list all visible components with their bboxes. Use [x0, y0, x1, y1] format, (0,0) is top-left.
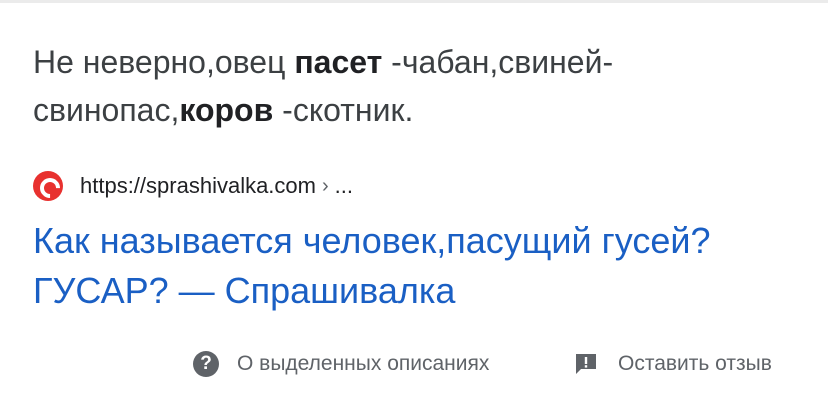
snippet-text-part: -скотник.	[273, 92, 414, 128]
result-url[interactable]: https://sprashivalka.com	[80, 173, 316, 199]
top-divider	[0, 0, 828, 3]
result-source[interactable]: https://sprashivalka.com › ...	[33, 168, 353, 204]
snippet-footer: ? О выделенных описаниях Оставить отзыв	[0, 348, 828, 380]
url-more-options[interactable]: ...	[335, 173, 353, 199]
feedback-icon	[574, 352, 598, 376]
breadcrumb-separator: ›	[321, 174, 329, 197]
help-icon: ?	[193, 351, 219, 377]
site-favicon-icon	[33, 171, 63, 201]
snippet-highlight: пасет	[294, 44, 383, 80]
feedback-link[interactable]: Оставить отзыв	[574, 348, 772, 380]
about-featured-snippets-label: О выделенных описаниях	[237, 352, 490, 375]
snippet-text-part: Не неверно,овец	[33, 44, 295, 80]
feedback-label: Оставить отзыв	[618, 352, 772, 375]
featured-snippet-text: Не неверно,овец пасет -чабан,свиней-свин…	[33, 38, 803, 134]
about-featured-snippets-link[interactable]: ? О выделенных описаниях	[193, 348, 489, 380]
snippet-highlight: коров	[179, 92, 274, 128]
result-title-link[interactable]: Как называется человек,пасущий гусей?ГУС…	[33, 216, 793, 316]
